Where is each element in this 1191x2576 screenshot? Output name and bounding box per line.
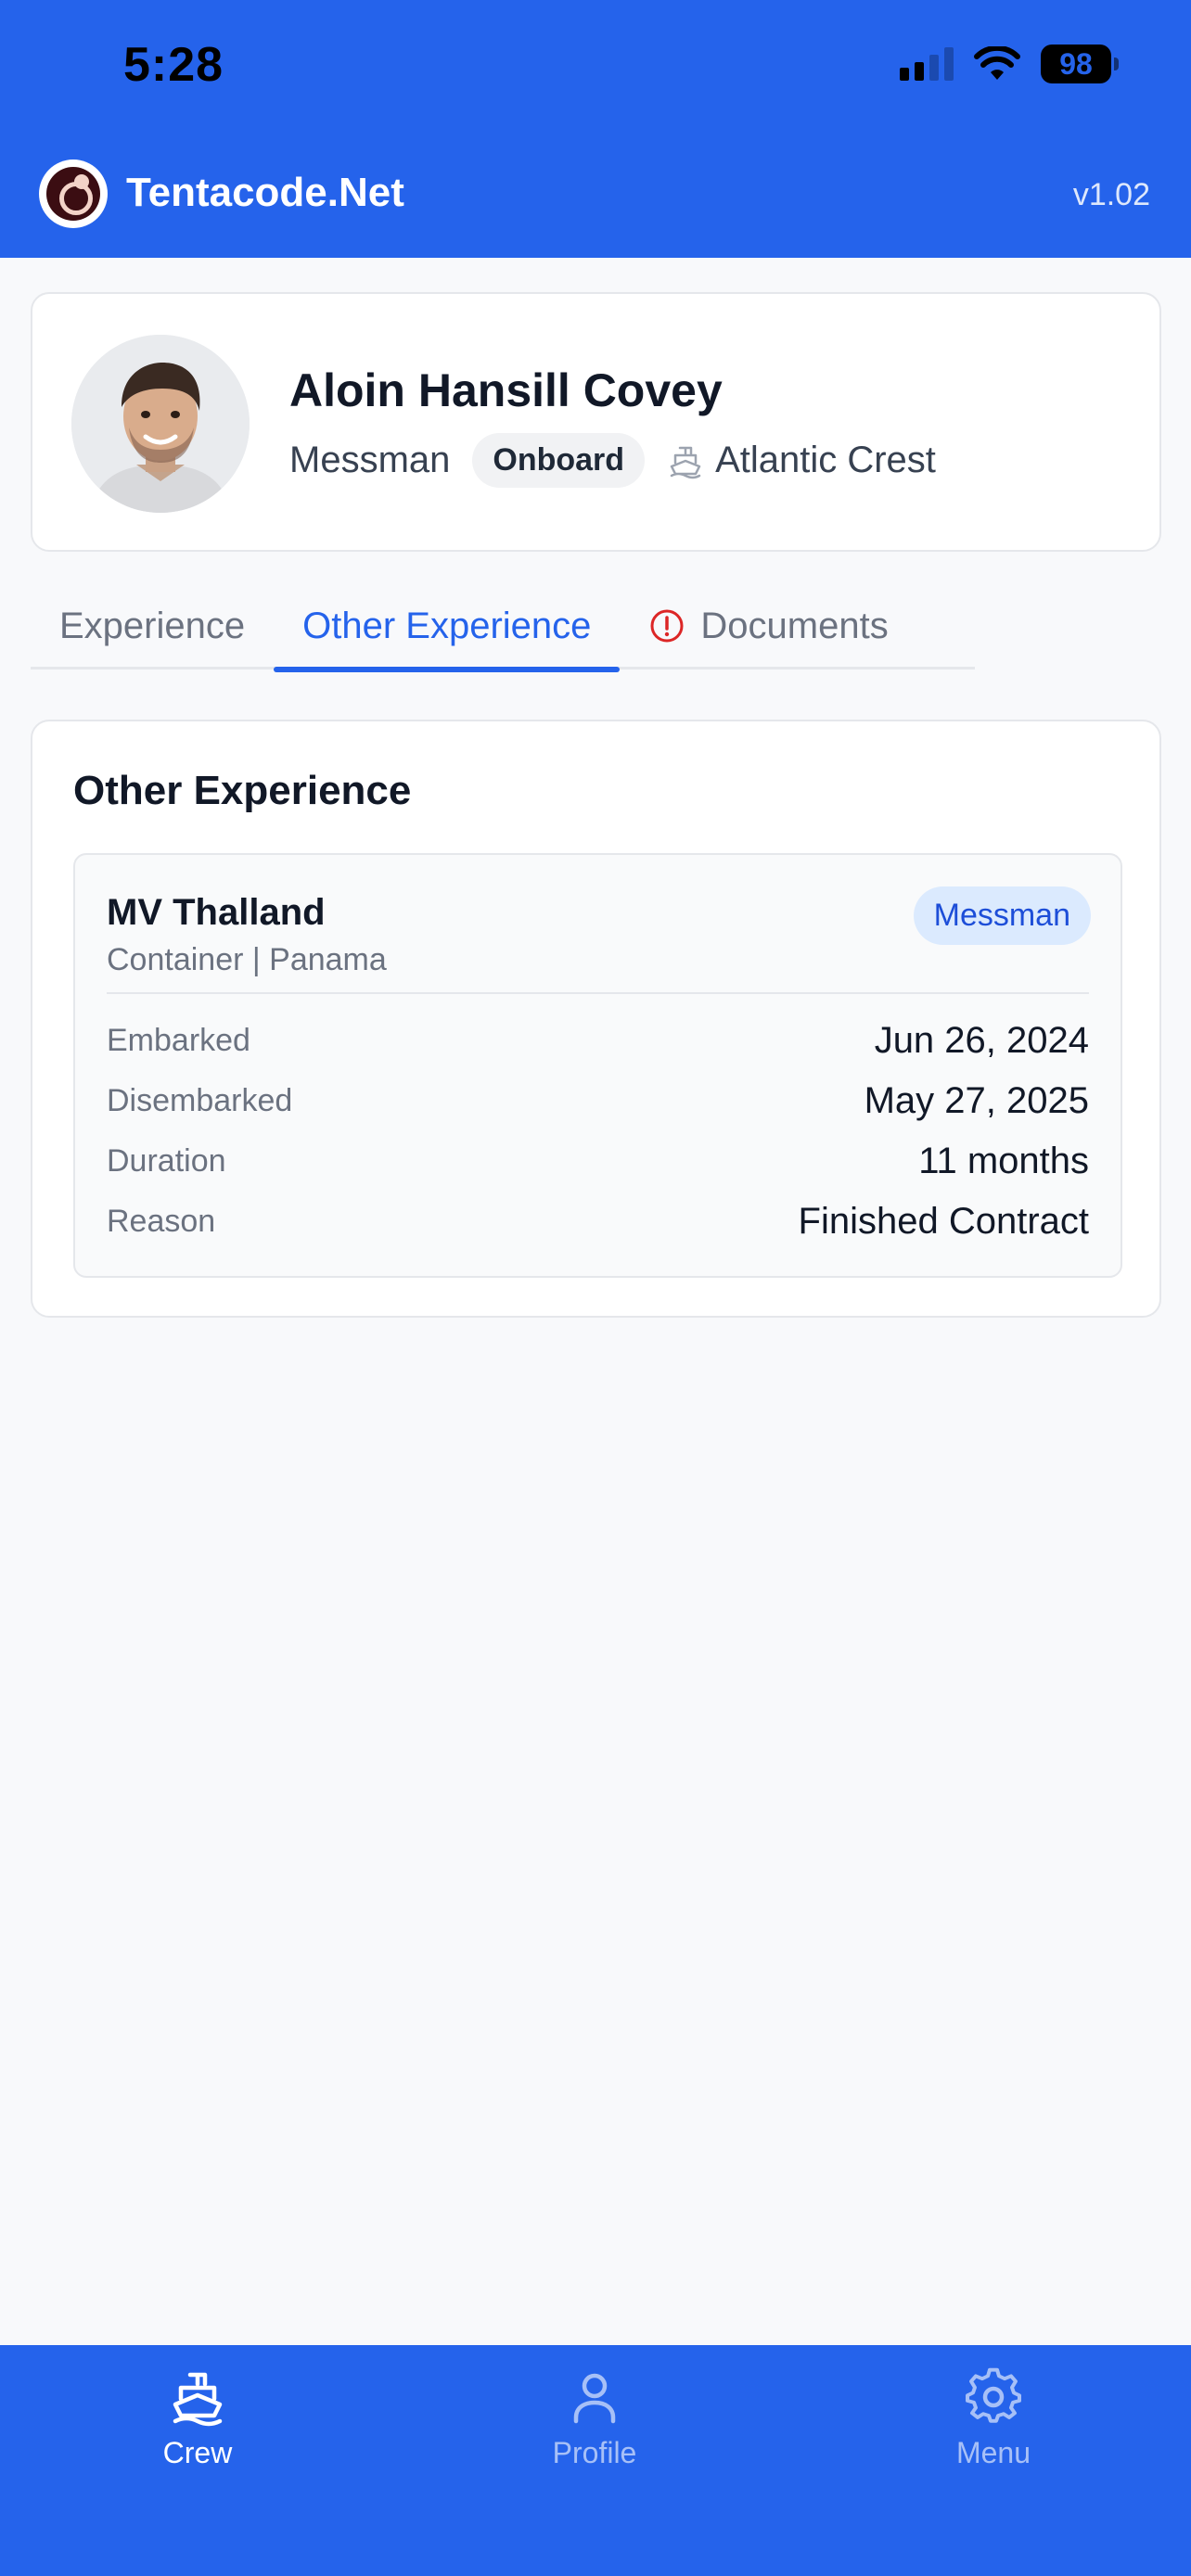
experience-entry[interactable]: MV Thalland Container | Panama Messman E… (73, 853, 1122, 1278)
vessel-name: Atlantic Crest (715, 440, 936, 480)
status-badge: Onboard (472, 433, 646, 488)
detail-label: Embarked (107, 1022, 250, 1058)
app-logo (39, 159, 108, 228)
nav-menu[interactable]: Menu (891, 2367, 1095, 2470)
nav-label: Crew (162, 2436, 233, 2469)
app-header: 5:28 98 Tentacode.Net v1.02 (0, 0, 1191, 258)
detail-value: Finished Contract (798, 1200, 1089, 1242)
tab-label: Experience (59, 605, 246, 646)
nav-label: Profile (552, 2436, 637, 2469)
detail-row: Embarked Jun 26, 2024 (107, 1013, 1089, 1068)
ship-icon (670, 446, 701, 478)
nav-label: Menu (955, 2436, 1031, 2469)
status-icons: 98 (900, 45, 1119, 83)
role-badge: Messman (913, 886, 1091, 945)
detail-row: Duration 11 months (107, 1133, 1089, 1189)
crew-rank: Messman (289, 440, 451, 480)
app-version: v1.02 (1072, 177, 1150, 212)
other-experience-card: Other Experience MV Thalland Container |… (31, 720, 1161, 1318)
app-title: Tentacode.Net (126, 170, 404, 215)
divider (107, 992, 1089, 994)
section-title: Other Experience (73, 768, 412, 813)
detail-row: Disembarked May 27, 2025 (107, 1073, 1089, 1129)
avatar (71, 335, 250, 513)
warning-icon (648, 607, 685, 644)
status-time: 5:28 (123, 38, 224, 92)
tab-bar: Experience Other Experience Documents (31, 582, 975, 672)
ship-name: MV Thalland (107, 892, 326, 933)
tab-other-experience[interactable]: Other Experience (274, 582, 621, 672)
signal-icon (900, 47, 954, 81)
detail-label: Disembarked (107, 1082, 293, 1118)
nav-profile[interactable]: Profile (493, 2367, 697, 2470)
tab-documents[interactable]: Documents (620, 582, 916, 670)
detail-label: Duration (107, 1142, 226, 1179)
ship-icon (173, 2372, 223, 2427)
nav-crew[interactable]: Crew (96, 2367, 300, 2470)
battery-icon: 98 (1041, 45, 1119, 83)
wifi-icon (974, 46, 1020, 80)
profile-meta: Messman Onboard Atlantic Crest (289, 433, 936, 488)
gear-icon (966, 2367, 1021, 2423)
crew-name: Aloin Hansill Covey (289, 364, 723, 416)
user-icon (573, 2373, 616, 2424)
ship-details: Container | Panama (107, 942, 387, 977)
detail-row: Reason Finished Contract (107, 1193, 1089, 1249)
tab-label: Documents (700, 605, 889, 646)
detail-label: Reason (107, 1203, 216, 1239)
detail-value: 11 months (918, 1140, 1089, 1181)
bottom-nav: Crew Profile Menu (0, 2345, 1191, 2576)
tab-label: Other Experience (302, 605, 592, 646)
profile-card: Aloin Hansill Covey Messman Onboard Atla… (31, 292, 1161, 552)
detail-value: May 27, 2025 (864, 1079, 1089, 1121)
detail-value: Jun 26, 2024 (874, 1019, 1089, 1061)
vessel-info: Atlantic Crest (667, 440, 936, 481)
tab-experience[interactable]: Experience (31, 582, 274, 670)
